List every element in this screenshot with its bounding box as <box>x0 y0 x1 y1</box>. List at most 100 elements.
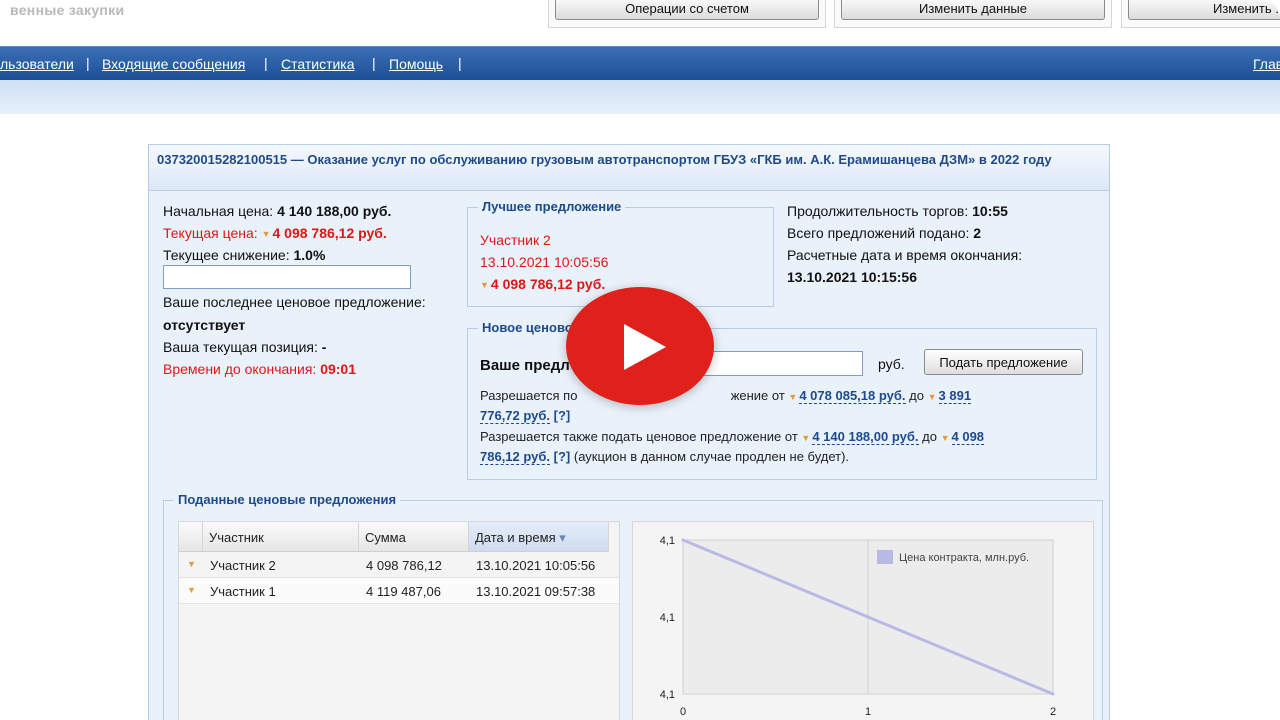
best-offer-legend: Лучшее предложение <box>478 199 626 214</box>
cell-sum: 4 098 786,12 <box>366 558 442 573</box>
range2-to-link-cont[interactable]: 786,12 руб. <box>480 449 551 465</box>
best-offer-price-value: 4 098 786,12 руб. <box>490 276 606 292</box>
row-status-icon: ▼ <box>187 555 198 570</box>
price-down-icon: ▼ <box>940 432 950 443</box>
nav-separator: | <box>86 55 90 71</box>
column-sum[interactable]: Сумма <box>359 522 469 552</box>
price-chart-svg: 0 1 2 4,1 4,1 4,1 Цена контракта, млн.руб. <box>660 535 1056 718</box>
sub-bar <box>0 80 1280 114</box>
best-offer-participant: Участник 2 <box>480 232 551 248</box>
end-time-value: 13.10.2021 10:15:56 <box>787 269 917 285</box>
sort-desc-icon: ▾ <box>559 530 566 545</box>
edit-other-wrap: Изменить . <box>1121 0 1280 28</box>
current-position: Ваша текущая позиция: - <box>163 339 326 355</box>
row-status-icon: ▼ <box>187 581 198 596</box>
word-to: до <box>922 429 937 444</box>
word-to: до <box>909 388 924 403</box>
cell-datetime: 13.10.2021 10:05:56 <box>476 558 596 573</box>
duration-label: Продолжительность торгов: <box>787 203 969 219</box>
site-header: венные закупки Операции со счетом Измени… <box>0 0 1280 46</box>
price-chart: 0 1 2 4,1 4,1 4,1 Цена контракта, млн.руб. <box>632 521 1094 720</box>
offer-field-label: Ваше предл <box>480 357 570 374</box>
chart-legend: Цена контракта, млн.руб. <box>877 550 1029 564</box>
column-participant[interactable]: Участник <box>203 522 359 552</box>
price-down-icon: ▼ <box>187 558 196 569</box>
range1-to-link[interactable]: 3 891 <box>938 388 972 404</box>
range2-help-link[interactable]: [?] <box>554 449 571 464</box>
start-price-value: 4 140 188,00 руб. <box>277 203 392 219</box>
end-time-label: Расчетные дата и время окончания: <box>787 247 1023 263</box>
current-reduction: Текущее снижение: 1.0% <box>163 247 325 263</box>
table-row[interactable]: ▼ Участник 2 4 098 786,12 13.10.2021 10:… <box>179 552 619 578</box>
total-offers: Всего предложений подано: 2 <box>787 225 981 241</box>
cell-sum: 4 119 487,06 <box>366 584 441 599</box>
total-offers-label: Всего предложений подано: <box>787 225 970 241</box>
reduction-value: 1.0% <box>293 247 326 263</box>
nav-users[interactable]: льзователи <box>0 56 74 72</box>
time-left: Времени до окончания: 09:01 <box>163 361 356 377</box>
reduction-progress-field <box>163 265 411 289</box>
allowed-text: Разрешается по <box>480 388 578 403</box>
allowed-range-1-line2: 776,72 руб. [?] <box>480 408 571 424</box>
cell-participant: Участник 1 <box>210 584 276 599</box>
reduction-label: Текущее снижение: <box>163 247 290 263</box>
cell-participant: Участник 2 <box>210 558 276 573</box>
column-datetime[interactable]: Дата и время ▾ <box>469 522 609 552</box>
range1-help-link[interactable]: [?] <box>554 408 571 423</box>
price-down-icon: ▼ <box>927 391 937 402</box>
nav-separator: | <box>264 55 268 71</box>
submit-offer-button[interactable]: Подать предложение <box>924 349 1083 375</box>
column-datetime-label: Дата и время <box>475 530 556 545</box>
allowed-range-1-line1: Разрешается по жение от ▼ 4 078 085,18 ру… <box>480 388 972 404</box>
y-tick-label: 4,1 <box>660 612 675 624</box>
offers-legend: Поданные ценовые предложения <box>174 492 401 507</box>
last-offer-value: отсутствует <box>163 317 246 333</box>
legend-label: Цена контракта, млн.руб. <box>899 552 1029 564</box>
current-price-value: 4 098 786,12 руб. <box>272 225 387 241</box>
allowed-text: Разрешается также подать ценовое предлож… <box>480 429 798 444</box>
best-offer-datetime: 13.10.2021 10:05:56 <box>480 254 609 270</box>
edit-other-button[interactable]: Изменить . <box>1128 0 1280 20</box>
offers-table: Участник Сумма Дата и время ▾ ▼ Участник… <box>178 521 620 720</box>
duration-value: 10:55 <box>972 203 1008 219</box>
range1-from-link[interactable]: 4 078 085,18 руб. <box>799 388 906 404</box>
range1-to-link-cont[interactable]: 776,72 руб. <box>480 408 551 424</box>
nav-main[interactable]: Глав <box>1253 56 1280 72</box>
start-price-label: Начальная цена: <box>163 203 274 219</box>
x-tick-label: 0 <box>680 706 686 718</box>
table-row[interactable]: ▼ Участник 1 4 119 487,06 13.10.2021 09:… <box>179 578 619 604</box>
best-offer-price: ▼ 4 098 786,12 руб. <box>480 276 605 292</box>
range2-from-link[interactable]: 4 140 188,00 руб. <box>812 429 919 445</box>
auction-duration: Продолжительность торгов: 10:55 <box>787 203 1008 219</box>
price-down-icon: ▼ <box>480 280 489 291</box>
account-operations-button[interactable]: Операции со счетом <box>555 0 819 20</box>
nav-help[interactable]: Помощь <box>389 56 443 72</box>
time-left-value: 09:01 <box>320 361 356 377</box>
total-offers-value: 2 <box>973 225 982 241</box>
range2-to-link[interactable]: 4 098 <box>951 429 985 445</box>
start-price: Начальная цена: 4 140 188,00 руб. <box>163 203 391 219</box>
play-icon[interactable] <box>624 324 666 370</box>
allowed-note: (аукцион в данном случае продлен не буде… <box>573 449 850 464</box>
allowed-text: жение от <box>730 388 785 403</box>
cell-datetime: 13.10.2021 09:57:38 <box>476 584 596 599</box>
nav-statistics[interactable]: Статистика <box>281 56 355 72</box>
y-tick-label: 4,1 <box>660 535 675 547</box>
nav-separator: | <box>458 55 462 71</box>
last-offer-label: Ваше последнее ценовое предложение: <box>163 294 426 310</box>
price-down-icon: ▼ <box>187 584 196 595</box>
series-point <box>1051 692 1055 696</box>
time-left-label: Времени до окончания: <box>163 361 317 377</box>
allowed-range-2-line1: Разрешается также подать ценовое предлож… <box>480 429 985 445</box>
table-header-icon-col <box>179 522 203 552</box>
price-down-icon: ▼ <box>788 391 798 402</box>
nav-incoming-messages[interactable]: Входящие сообщения <box>102 56 245 72</box>
x-tick-label: 2 <box>1050 706 1056 718</box>
legend-swatch <box>877 550 893 564</box>
edit-data-button[interactable]: Изменить данные <box>841 0 1105 20</box>
auction-title: 037320015282100515 — Оказание услуг по о… <box>149 145 1109 191</box>
y-tick-label: 4,1 <box>660 689 675 701</box>
site-brand: венные закупки <box>10 2 125 18</box>
screen: венные закупки Операции со счетом Измени… <box>0 0 1280 720</box>
nav-separator: | <box>372 55 376 71</box>
